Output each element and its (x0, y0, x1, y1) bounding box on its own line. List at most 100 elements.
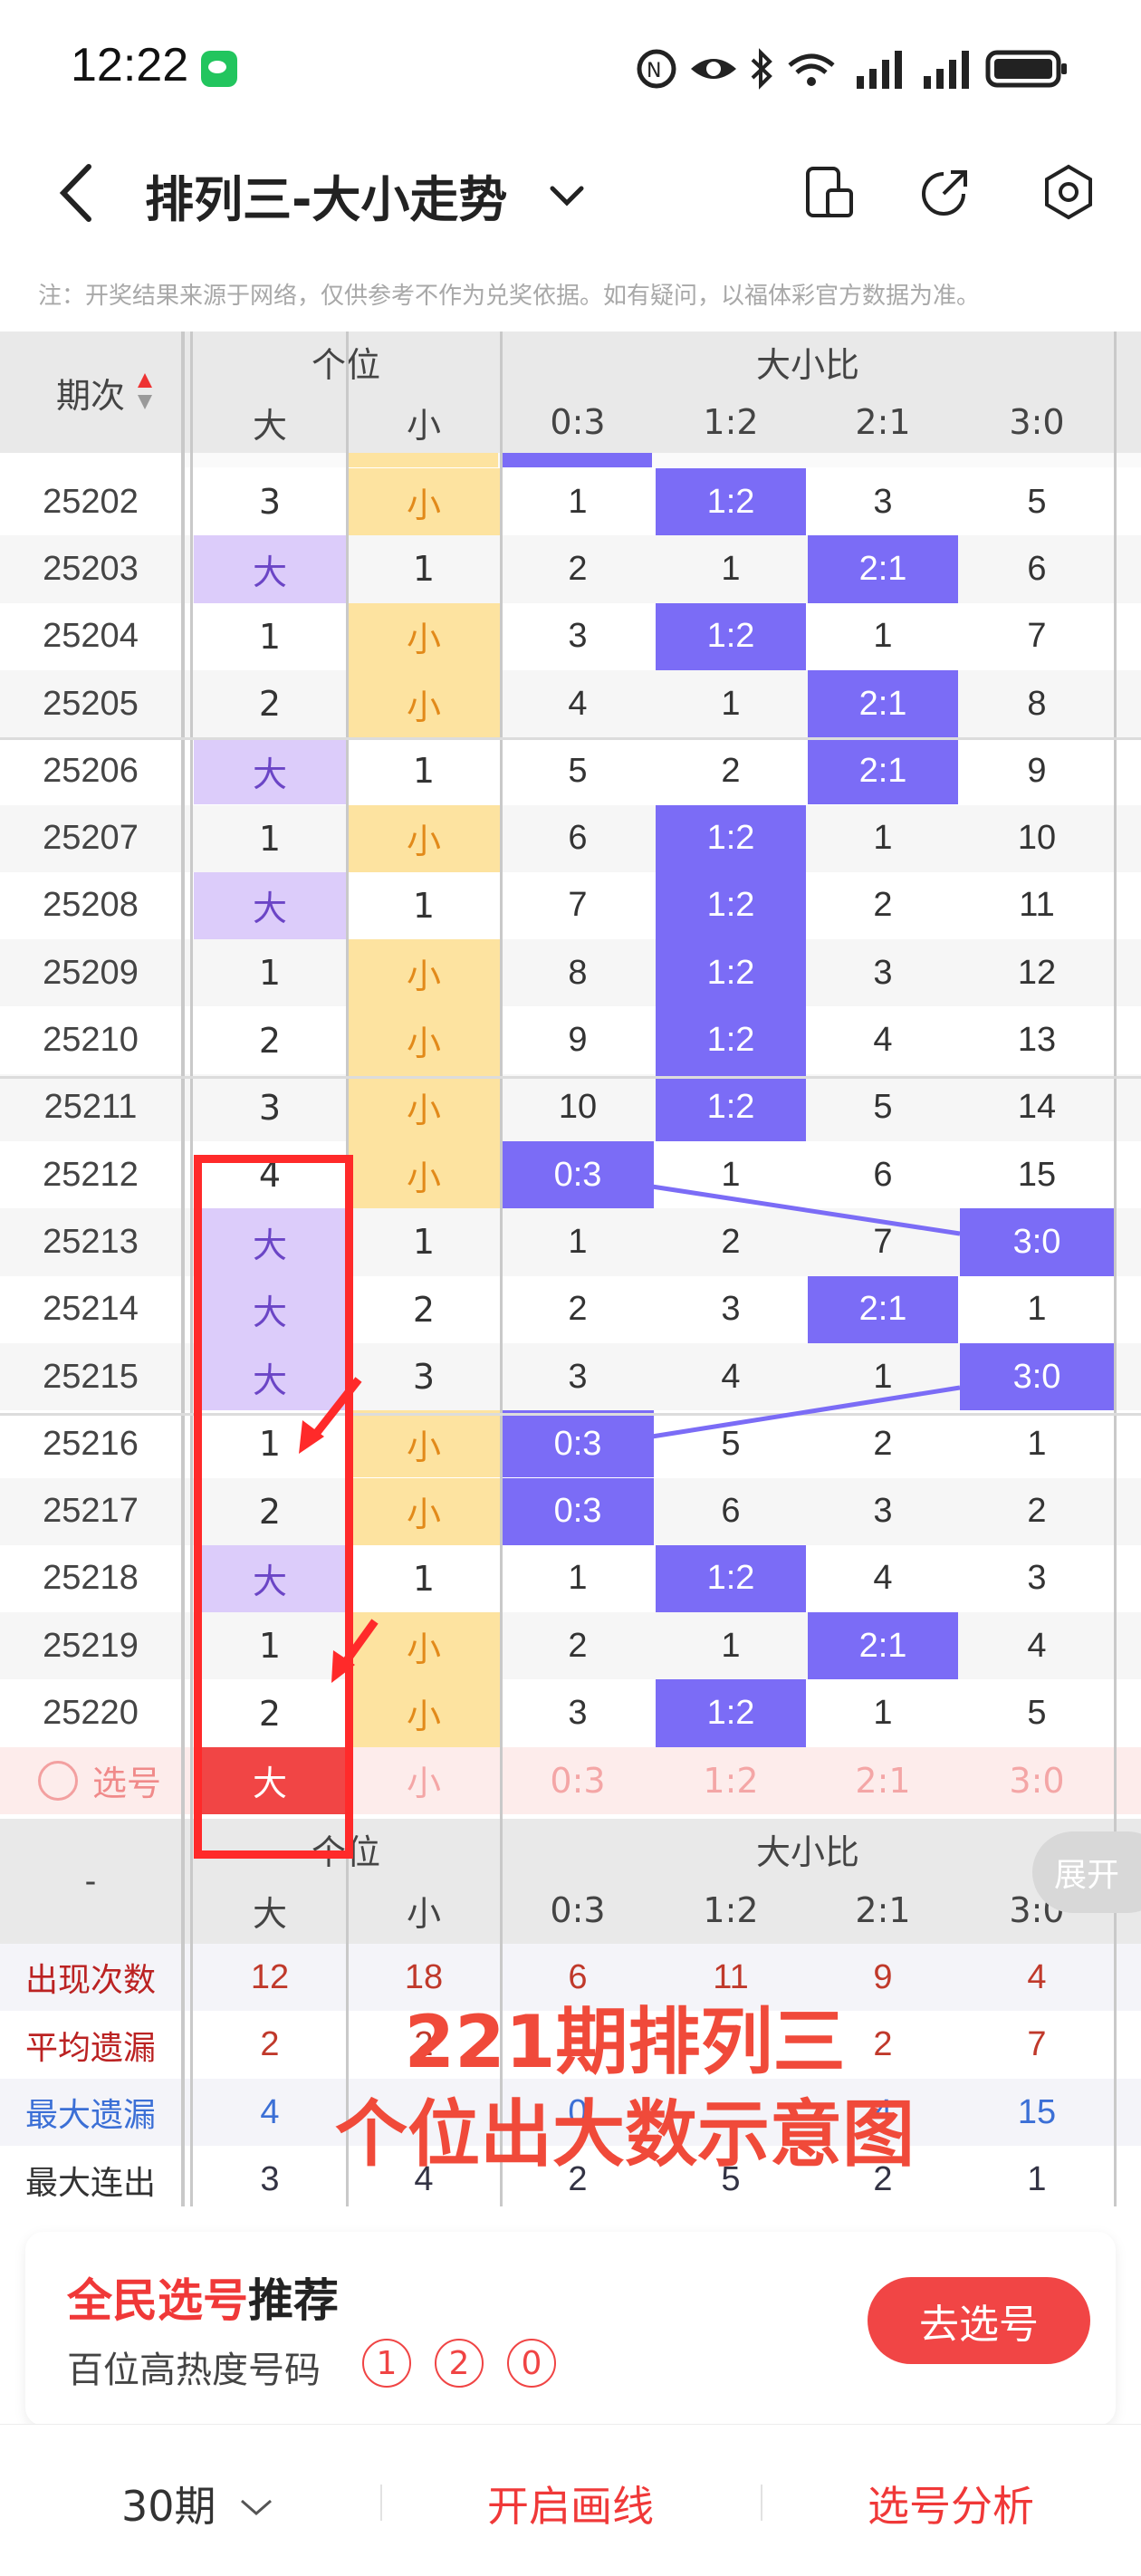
ratio-cell: 1 (721, 684, 741, 723)
ratio-cell: 2 (568, 1290, 588, 1329)
ratio-cell: 0:3 (502, 1410, 654, 1478)
select-option-4[interactable]: 2:1 (808, 1747, 958, 1814)
issue-cell: 25215 (43, 1357, 139, 1396)
share-icon[interactable] (916, 163, 974, 221)
ratio-cell: 10 (558, 1088, 598, 1127)
ratio-cell: 15 (1017, 1155, 1057, 1194)
recommend-title-black: 推荐 (248, 2274, 339, 2327)
stats-sub-header-0: 大 (252, 1893, 287, 1934)
go-select-button[interactable]: 去选号 (868, 2277, 1090, 2364)
ratio-cell: 3 (1027, 1559, 1047, 1598)
geiwei-cell: 小 (348, 1477, 500, 1545)
period-header[interactable]: 期次 (0, 332, 181, 453)
ratio-cell: 2 (721, 1222, 741, 1261)
sub-header-4: 2:1 (855, 402, 911, 442)
select-label: 选号 (91, 1764, 161, 1804)
ratio-cell: 9 (568, 1021, 588, 1060)
ratio-cell: 1 (568, 482, 588, 521)
signal-icon (857, 51, 902, 89)
geiwei-cell: 小 (348, 1612, 500, 1680)
select-option-1[interactable]: 小 (348, 1747, 500, 1814)
select-option-3[interactable]: 1:2 (656, 1747, 806, 1814)
geiwei-cell: 大 (194, 535, 346, 603)
select-option-2[interactable]: 0:3 (502, 1747, 654, 1814)
device-switch-icon[interactable] (801, 163, 858, 221)
chevron-down-icon (241, 2499, 273, 2515)
geiwei-cell: 小 (348, 1141, 500, 1209)
settings-icon[interactable] (1040, 163, 1098, 221)
geiwei-cell: 3 (412, 1357, 436, 1398)
expand-button[interactable]: 展开 (1032, 1831, 1141, 1913)
geiwei-cell: 1 (412, 885, 436, 926)
hot-number-2: 2 (435, 2339, 484, 2388)
period-selector[interactable]: 30期 (121, 2474, 274, 2533)
issue-cell: 25207 (43, 819, 139, 858)
sub-header-0: 大 (252, 405, 287, 446)
app-header: 排列三-大小走势 (0, 136, 1141, 254)
stats-sub-header-2: 0:3 (550, 1890, 606, 1930)
ratio-cell: 3 (721, 1290, 741, 1329)
ratio-cell: 2 (873, 886, 893, 925)
column-divider (190, 332, 193, 2206)
ratio-cell: 3 (568, 1694, 588, 1733)
sort-icon[interactable] (136, 371, 154, 411)
stats-sub-header-1: 小 (406, 1893, 441, 1934)
wechat-icon (201, 51, 237, 87)
ratio-cell: 1 (873, 819, 893, 858)
eye-icon (691, 59, 736, 79)
page-title[interactable]: 排列三-大小走势 (145, 159, 507, 231)
geiwei-cell: 小 (348, 602, 500, 670)
bluetooth-icon (751, 48, 772, 90)
geiwei-cell: 1 (258, 616, 282, 657)
ratio-cell: 4 (1027, 1626, 1047, 1665)
ratio-cell: 5 (1027, 1694, 1047, 1733)
group-divider (0, 737, 1141, 740)
select-row-label[interactable]: 选号 (18, 1747, 181, 1814)
sub-header-3: 1:2 (703, 402, 759, 442)
ratio-cell: 3 (568, 1357, 588, 1396)
ratio-cell: 11 (1019, 886, 1055, 925)
select-option-5[interactable]: 3:0 (960, 1747, 1114, 1814)
ratio-cell: 10 (1017, 819, 1057, 858)
recommend-subtitle: 百位高热度号码 (67, 2350, 321, 2391)
disclaimer-note: 注：开奖结果来源于网络，仅供参考不作为兑奖依据。如有疑问，以福体彩官方数据为准。 (38, 283, 981, 310)
nfc-icon: N (637, 49, 676, 89)
stats-label: 平均遗漏 (24, 2029, 156, 2067)
geiwei-cell: 1 (412, 549, 436, 590)
ratio-cell: 3 (873, 1492, 893, 1531)
issue-cell: 25217 (43, 1492, 139, 1531)
scrolled-row (181, 453, 1141, 467)
wifi-icon (788, 53, 835, 86)
ratio-cell: 1:2 (656, 1679, 806, 1747)
issue-cell: 25216 (43, 1424, 139, 1463)
separator (380, 2485, 382, 2521)
ratio-cell: 1:2 (656, 871, 806, 940)
issue-cell: 25220 (43, 1694, 139, 1733)
stats-label: 出现次数 (24, 1962, 156, 1999)
ratio-cell: 5 (873, 1088, 893, 1127)
ratio-cell: 4 (721, 1357, 741, 1396)
ratio-cell: 1:2 (656, 804, 806, 872)
ratio-cell: 2 (873, 1424, 893, 1463)
issue-cell: 25211 (43, 1088, 138, 1127)
geiwei-cell: 大 (194, 871, 346, 940)
group-divider (0, 1413, 1141, 1416)
ratio-cell: 7 (1027, 617, 1047, 656)
sub-header-5: 3:0 (1009, 402, 1065, 442)
ratio-cell: 5 (721, 1424, 741, 1463)
back-arrow-icon[interactable] (54, 161, 100, 225)
issue-cell: 25210 (43, 1021, 139, 1060)
issue-cell: 25209 (43, 953, 139, 992)
clock: 12:22 (71, 39, 189, 91)
ratio-cell: 1:2 (656, 602, 806, 670)
issue-cell: 25206 (43, 751, 139, 790)
geiwei-cell: 小 (348, 939, 500, 1007)
chevron-down-icon[interactable] (547, 178, 587, 214)
column-divider (1114, 332, 1117, 2206)
ratio-cell: 3:0 (960, 1342, 1114, 1411)
ratio-cell: 4 (873, 1559, 893, 1598)
draw-line-button[interactable]: 开启画线 (487, 2474, 654, 2533)
analysis-button[interactable]: 选号分析 (868, 2474, 1034, 2533)
ratio-cell: 1:2 (656, 1006, 806, 1074)
geiwei-cell: 小 (348, 1410, 500, 1478)
